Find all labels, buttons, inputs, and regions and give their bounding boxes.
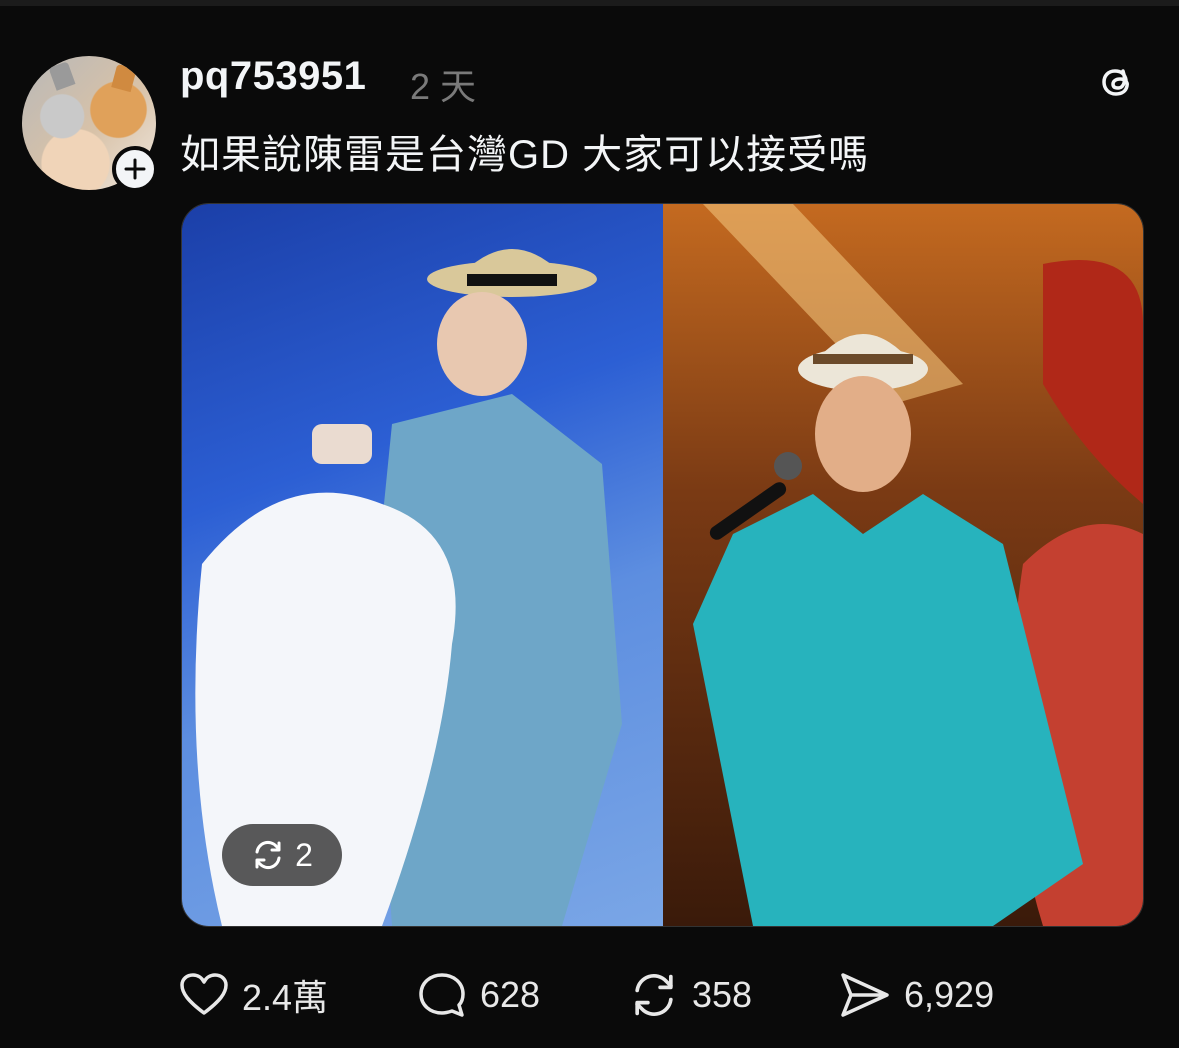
photo-right[interactable] <box>663 204 1143 926</box>
threads-logo-icon <box>1102 69 1129 96</box>
plus-icon <box>124 158 146 180</box>
photo-left-illustration <box>195 249 622 926</box>
photo-left[interactable] <box>182 204 663 926</box>
send-icon <box>841 973 889 1017</box>
photo-right-illustration <box>693 204 1143 926</box>
top-divider <box>0 0 1179 6</box>
username[interactable]: pq753951 <box>180 54 366 99</box>
carousel-count: 2 <box>295 836 313 873</box>
reply-button[interactable]: 628 <box>416 965 540 1025</box>
heart-icon <box>180 973 228 1015</box>
share-count: 6,929 <box>904 974 995 1015</box>
carousel-indicator[interactable]: 2 <box>222 824 342 886</box>
post-actions: 2.4萬 628 358 6,929 <box>178 965 1078 1025</box>
like-button[interactable]: 2.4萬 <box>178 965 328 1025</box>
repost-button[interactable]: 358 <box>628 965 752 1025</box>
repost-icon <box>255 840 281 870</box>
follow-button[interactable] <box>112 146 158 192</box>
reply-count: 628 <box>480 974 541 1015</box>
like-count: 2.4萬 <box>242 977 329 1018</box>
post-timestamp: 2 天 <box>410 66 477 107</box>
repost-icon <box>635 974 673 1016</box>
post-text: 如果說陳雷是台灣GD 大家可以接受嗎 <box>180 133 870 177</box>
comment-icon <box>419 973 465 1017</box>
avatar-cat-ear <box>111 63 137 93</box>
post-media[interactable]: 2 <box>181 203 1144 927</box>
share-button[interactable]: 6,929 <box>838 965 994 1025</box>
repost-count: 358 <box>692 974 753 1015</box>
avatar-cat-ear <box>48 61 76 91</box>
